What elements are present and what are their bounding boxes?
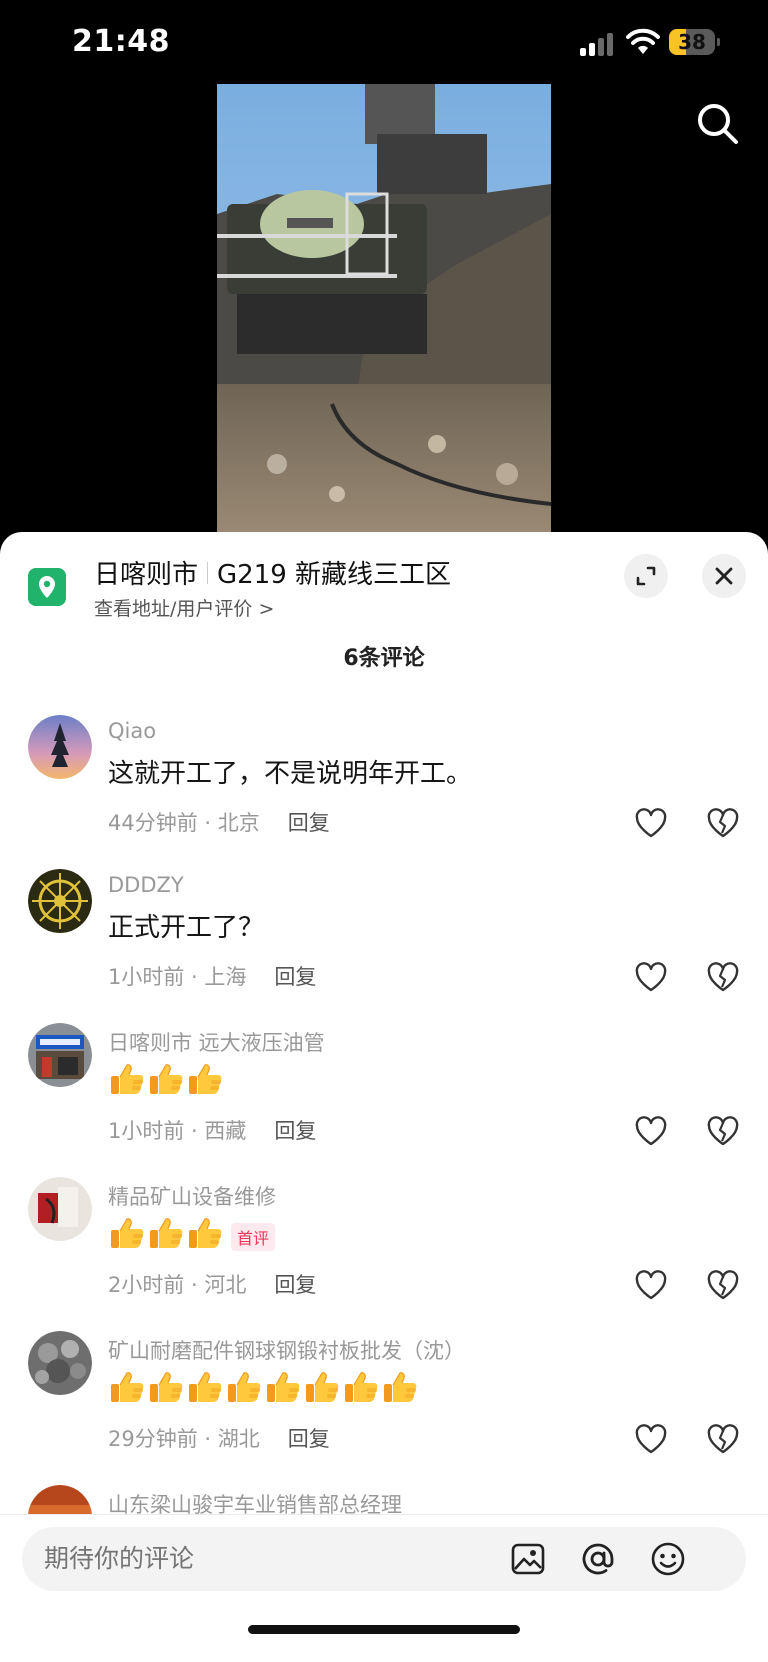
comment-text <box>108 1061 225 1104</box>
cellular-signal-icon <box>580 32 616 56</box>
emoji-icon[interactable] <box>650 1541 686 1577</box>
battery-icon: 38 <box>669 29 721 55</box>
search-icon[interactable] <box>692 98 742 148</box>
comment-meta: 1小时前 · 上海 回复 <box>108 961 316 991</box>
comment-item: 矿山耐磨配件钢球钢锻衬板批发（沈） 29分钟前 · 湖北 回复 <box>0 1331 768 1485</box>
like-heart-icon[interactable] <box>634 1423 668 1457</box>
reply-button[interactable]: 回复 <box>288 811 330 835</box>
thumbs-up-emoji-icon <box>186 1369 224 1405</box>
image-icon[interactable] <box>510 1541 546 1577</box>
thumbs-up-emoji-icon <box>147 1061 185 1097</box>
comments-sheet: 日喀则市 G219 新藏线三工区 查看地址/用户评价 > 6条评论 Qiao 这… <box>0 532 768 1662</box>
like-heart-icon[interactable] <box>634 961 668 995</box>
comment-meta: 1小时前 · 西藏 回复 <box>108 1115 316 1145</box>
thumbs-up-emoji-icon <box>147 1369 185 1405</box>
thumbs-up-emoji-row <box>108 1369 420 1412</box>
thumbs-up-emoji-row <box>108 1215 225 1258</box>
status-bar: 21:48 38 <box>0 0 768 84</box>
comment-text: 这就开工了，不是说明年开工。 <box>108 753 472 790</box>
thumbs-up-emoji-icon <box>186 1215 224 1251</box>
comment-time-location: 1小时前 · 西藏 <box>108 1119 247 1143</box>
avatar[interactable] <box>28 1331 92 1395</box>
thumbs-up-emoji-icon <box>381 1369 419 1405</box>
comment-text: 首评 <box>108 1215 276 1258</box>
comment-text <box>108 1369 420 1412</box>
comment-input-bar <box>0 1514 768 1662</box>
home-indicator <box>248 1625 520 1634</box>
avatar[interactable] <box>28 1023 92 1087</box>
comment-list[interactable]: Qiao 这就开工了，不是说明年开工。 44分钟前 · 北京回复 DDDZY <box>0 532 768 1514</box>
thumbs-up-emoji-icon <box>225 1369 263 1405</box>
dislike-broken-heart-icon[interactable] <box>706 1423 740 1457</box>
first-comment-badge: 首评 <box>231 1222 276 1251</box>
comment-item: Qiao 这就开工了，不是说明年开工。 44分钟前 · 北京 回复 <box>0 715 768 869</box>
avatar[interactable] <box>28 1177 92 1241</box>
comment-author[interactable]: 日喀则市 远大液压油管 <box>108 1027 325 1057</box>
like-heart-icon[interactable] <box>634 1115 668 1149</box>
wifi-icon <box>626 28 660 54</box>
avatar[interactable] <box>28 1485 92 1514</box>
comment-author[interactable]: 矿山耐磨配件钢球钢锻衬板批发（沈） <box>108 1335 465 1365</box>
like-heart-icon[interactable] <box>634 1269 668 1303</box>
battery-level: 38 <box>678 30 706 54</box>
thumbs-up-emoji-icon <box>342 1369 380 1405</box>
comment-text: 正式开工了？ <box>108 907 264 944</box>
comment-meta: 2小时前 · 河北 回复 <box>108 1269 316 1299</box>
comment-time-location: 29分钟前 · 湖北 <box>108 1427 260 1451</box>
screen: 21:48 38 日喀则市 G219 新藏线三工区 查看地址/用户评价 > 6条… <box>0 0 768 1662</box>
status-time: 21:48 <box>72 24 170 59</box>
dislike-broken-heart-icon[interactable] <box>706 1269 740 1303</box>
comment-body: 这就开工了，不是说明年开工。 <box>108 759 473 789</box>
avatar[interactable] <box>28 869 92 933</box>
reply-button[interactable]: 回复 <box>288 1427 330 1451</box>
comment-time-location: 2小时前 · 河北 <box>108 1273 247 1297</box>
dislike-broken-heart-icon[interactable] <box>706 807 740 841</box>
mention-icon[interactable] <box>580 1541 616 1577</box>
comment-time-location: 1小时前 · 上海 <box>108 965 247 989</box>
thumbs-up-emoji-icon <box>108 1061 146 1097</box>
comment-author[interactable]: 精品矿山设备维修 <box>108 1181 276 1211</box>
thumbs-up-emoji-icon <box>108 1369 146 1405</box>
thumbs-up-emoji-icon <box>108 1215 146 1251</box>
comment-time-location: 44分钟前 · 北京 <box>108 811 260 835</box>
thumbs-up-emoji-row <box>108 1061 225 1104</box>
comment-item: DDDZY 正式开工了？ 1小时前 · 上海 回复 <box>0 869 768 1023</box>
dislike-broken-heart-icon[interactable] <box>706 1115 740 1149</box>
thumbs-up-emoji-icon <box>147 1215 185 1251</box>
comment-meta: 29分钟前 · 湖北 回复 <box>108 1423 330 1453</box>
comment-item: 精品矿山设备维修 首评 2小时前 · 河北 回复 <box>0 1177 768 1331</box>
thumbs-up-emoji-icon <box>303 1369 341 1405</box>
comment-input[interactable] <box>44 1527 504 1591</box>
dislike-broken-heart-icon[interactable] <box>706 961 740 995</box>
comment-author[interactable]: DDDZY <box>108 873 184 897</box>
comment-meta: 44分钟前 · 北京 回复 <box>108 807 330 837</box>
video-player[interactable] <box>217 84 551 534</box>
reply-button[interactable]: 回复 <box>274 965 316 989</box>
comment-item: 山东梁山骏宇车业销售部总经理 <box>0 1485 768 1514</box>
comment-input-container[interactable] <box>22 1527 746 1591</box>
comment-author[interactable]: 山东梁山骏宇车业销售部总经理 <box>108 1489 402 1514</box>
comment-body: 正式开工了？ <box>108 913 265 943</box>
reply-button[interactable]: 回复 <box>274 1119 316 1143</box>
avatar[interactable] <box>28 715 92 779</box>
thumbs-up-emoji-icon <box>264 1369 302 1405</box>
comment-author[interactable]: Qiao <box>108 719 156 743</box>
comment-item: 日喀则市 远大液压油管 1小时前 · 西藏 回复 <box>0 1023 768 1177</box>
video-frame-image <box>217 84 551 534</box>
reply-button[interactable]: 回复 <box>274 1273 316 1297</box>
like-heart-icon[interactable] <box>634 807 668 841</box>
thumbs-up-emoji-icon <box>186 1061 224 1097</box>
